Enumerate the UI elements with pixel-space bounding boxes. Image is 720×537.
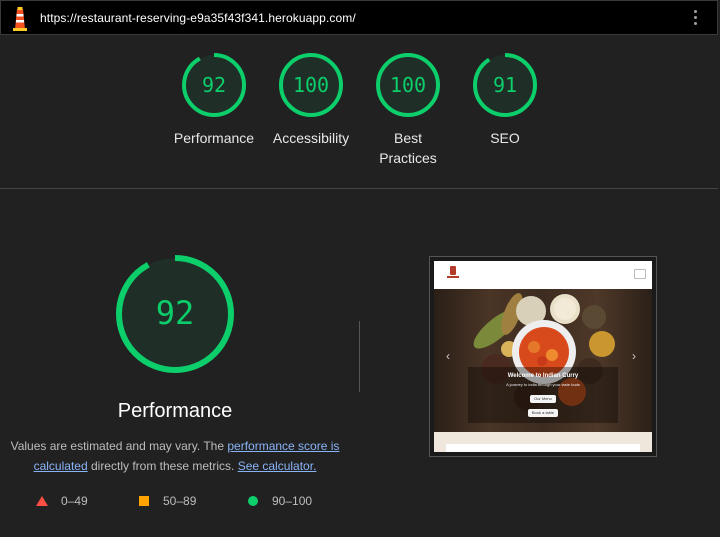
hero-subtitle: A journey to india through your taste bu… [506,382,580,387]
performance-label[interactable]: Performance [159,128,269,148]
performance-score: 92 [201,73,227,97]
book-table-button[interactable]: Book a table [528,409,558,417]
best-practices-score: 100 [389,73,427,97]
hamburger-icon[interactable] [634,269,646,279]
site-section [434,432,652,452]
accessibility-label[interactable]: Accessibility [256,128,366,148]
description-text: Values are estimated and may vary. The [10,439,228,453]
seo-score: 91 [492,73,518,97]
site-navbar [434,261,652,290]
seo-label[interactable]: SEO [450,128,560,148]
performance-gauge-large: 92 [114,253,236,375]
best-practices-label[interactable]: Best Practices [378,128,438,168]
accessibility-score: 100 [292,73,330,97]
content-card [446,444,640,452]
page-url: https://restaurant-reserving-e9a35f43f34… [40,11,356,25]
performance-description: Values are estimated and may vary. The p… [10,436,340,476]
circle-icon [248,496,258,506]
hero-title: Welcome to Indian Curry [507,373,579,379]
description-text-2: directly from these metrics. [87,459,238,473]
square-icon [139,496,149,506]
best-practices-gauge[interactable]: 100 [375,52,441,118]
legend-label: 90–100 [272,494,313,508]
our-menu-button[interactable]: Our Menu [530,395,556,403]
triangle-icon [36,496,48,506]
accessibility-gauge[interactable]: 100 [278,52,344,118]
hero-image: ‹ › Welcome to Indian Curry A journey to… [434,289,652,432]
performance-gauge[interactable]: 92 [181,52,247,118]
seo-gauge[interactable]: 91 [472,52,538,118]
performance-title: Performance [117,400,233,422]
carousel-prev-icon[interactable]: ‹ [446,349,450,363]
performance-score: 92 [155,294,195,332]
restaurant-logo-icon [447,266,459,278]
vertical-divider [359,321,360,392]
lighthouse-icon [13,7,27,31]
more-options-icon[interactable] [691,10,699,28]
final-screenshot[interactable]: ‹ › Welcome to Indian Curry A journey to… [429,256,657,457]
section-divider [0,188,718,189]
url-bar: https://restaurant-reserving-e9a35f43f34… [0,0,718,35]
calculator-link[interactable]: See calculator. [238,459,317,473]
legend-label: 0–49 [61,494,88,508]
legend-label: 50–89 [163,494,197,508]
carousel-next-icon[interactable]: › [632,349,636,363]
